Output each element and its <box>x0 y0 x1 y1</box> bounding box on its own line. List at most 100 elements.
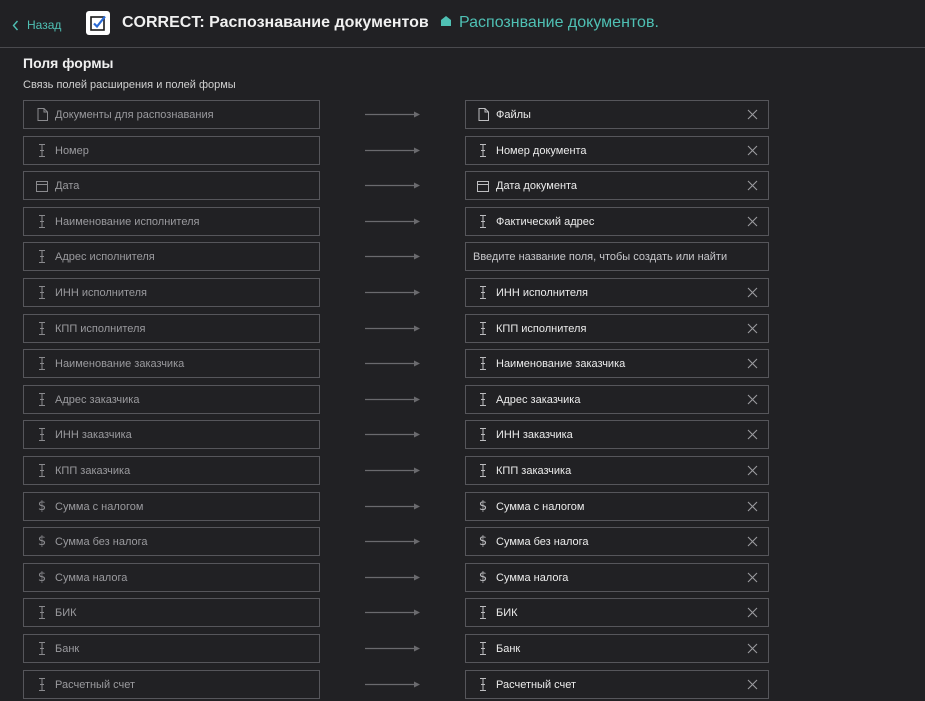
arrow-right-icon <box>365 289 420 296</box>
arrow-right-icon <box>365 111 420 118</box>
source-field: БИК <box>23 598 320 627</box>
close-icon[interactable] <box>747 643 758 654</box>
text-cursor-icon <box>36 428 48 442</box>
target-field-label: Расчетный счет <box>496 678 577 691</box>
file-icon <box>477 108 489 122</box>
target-field[interactable]: Наименование заказчика <box>465 349 769 378</box>
source-field: $ Сумма без налога <box>23 527 320 556</box>
source-field: Банк <box>23 634 320 663</box>
text-cursor-icon <box>477 357 489 371</box>
target-field[interactable]: КПП исполнителя <box>465 314 769 343</box>
target-field-label: Адрес заказчика <box>496 393 581 406</box>
target-field[interactable]: Банк <box>465 634 769 663</box>
target-field[interactable]: $ Сумма без налога <box>465 527 769 556</box>
target-field-label: Наименование заказчика <box>496 357 626 370</box>
arrow-right-icon <box>365 538 420 545</box>
target-field[interactable]: Расчетный счет <box>465 670 769 699</box>
target-field[interactable]: ИНН заказчика <box>465 420 769 449</box>
source-field-label: ИНН заказчика <box>55 428 132 441</box>
mapping-row: Адрес заказчика Адрес заказчика <box>0 385 925 414</box>
target-field-label: Сумма налога <box>496 571 569 584</box>
calendar-icon <box>477 179 489 193</box>
close-icon[interactable] <box>747 109 758 120</box>
text-cursor-icon <box>477 215 489 229</box>
arrow-right-icon <box>365 218 420 225</box>
close-icon[interactable] <box>747 536 758 547</box>
arrow-right-icon <box>365 147 420 154</box>
source-field: Адрес исполнителя <box>23 242 320 271</box>
text-cursor-icon <box>36 215 48 229</box>
text-cursor-icon <box>36 250 48 264</box>
close-icon[interactable] <box>747 323 758 334</box>
target-field[interactable]: КПП заказчика <box>465 456 769 485</box>
close-icon[interactable] <box>747 572 758 583</box>
text-cursor-icon <box>36 144 48 158</box>
text-cursor-icon <box>36 322 48 336</box>
section-title: Поля формы <box>23 55 114 71</box>
target-field-label: КПП заказчика <box>496 464 572 477</box>
mapping-row: Документы для распознавания Файлы <box>0 100 925 129</box>
close-icon[interactable] <box>747 607 758 618</box>
arrow-right-icon <box>365 681 420 688</box>
source-field-label: Сумма без налога <box>55 535 148 548</box>
field-search-input[interactable] <box>473 250 763 263</box>
subtitle-link[interactable]: Распознвание документов. <box>440 14 659 32</box>
arrow-right-icon <box>365 396 420 403</box>
target-field-label: Номер документа <box>496 144 587 157</box>
target-field[interactable]: $ Сумма с налогом <box>465 492 769 521</box>
target-field[interactable]: Адрес заказчика <box>465 385 769 414</box>
mapping-row: Дата Дата документа <box>0 171 925 200</box>
close-icon[interactable] <box>747 429 758 440</box>
mapping-row: КПП заказчика КПП заказчика <box>0 456 925 485</box>
dollar-icon: $ <box>478 498 488 514</box>
dollar-icon: $ <box>478 533 488 549</box>
source-field-label: Сумма с налогом <box>55 500 144 513</box>
mapping-row: $ Сумма без налога $ Сумма без налога <box>0 527 925 556</box>
arrow-right-icon <box>365 609 420 616</box>
target-field[interactable]: $ Сумма налога <box>465 563 769 592</box>
mapping-row: КПП исполнителя КПП исполнителя <box>0 314 925 343</box>
close-icon[interactable] <box>747 465 758 476</box>
close-icon[interactable] <box>747 501 758 512</box>
close-icon[interactable] <box>747 679 758 690</box>
back-label: Назад <box>27 18 62 32</box>
target-field-label: Банк <box>496 642 521 655</box>
close-icon[interactable] <box>747 216 758 227</box>
target-field-label: Дата документа <box>496 179 578 192</box>
close-icon[interactable] <box>747 180 758 191</box>
source-field-label: КПП исполнителя <box>55 322 146 335</box>
text-cursor-icon <box>36 286 48 300</box>
target-field-label: БИК <box>496 606 518 619</box>
target-field-label: Файлы <box>496 108 531 121</box>
text-cursor-icon <box>36 357 48 371</box>
target-field-label: Сумма без налога <box>496 535 589 548</box>
target-field[interactable]: БИК <box>465 598 769 627</box>
back-button[interactable]: Назад <box>12 16 61 34</box>
close-icon[interactable] <box>747 145 758 156</box>
text-cursor-icon <box>36 678 48 692</box>
text-cursor-icon <box>36 642 48 656</box>
close-icon[interactable] <box>747 358 758 369</box>
arrow-right-icon <box>365 360 420 367</box>
source-field-label: Сумма налога <box>55 571 128 584</box>
target-field[interactable]: Дата документа <box>465 171 769 200</box>
target-field-label: ИНН исполнителя <box>496 286 589 299</box>
arrow-right-icon <box>365 467 420 474</box>
text-cursor-icon <box>36 606 48 620</box>
target-field[interactable]: Файлы <box>465 100 769 129</box>
source-field: ИНН исполнителя <box>23 278 320 307</box>
source-field-label: ИНН исполнителя <box>55 286 148 299</box>
dollar-icon: $ <box>37 569 47 585</box>
source-field-label: Номер <box>55 144 89 157</box>
source-field-label: Расчетный счет <box>55 678 136 691</box>
target-field[interactable]: Фактический адрес <box>465 207 769 236</box>
target-field[interactable]: Номер документа <box>465 136 769 165</box>
source-field-label: Документы для распознавания <box>55 108 214 121</box>
target-field[interactable]: ИНН исполнителя <box>465 278 769 307</box>
close-icon[interactable] <box>747 394 758 405</box>
close-icon[interactable] <box>747 287 758 298</box>
source-field: КПП исполнителя <box>23 314 320 343</box>
target-field-input[interactable] <box>465 242 769 271</box>
checkbox-app-icon <box>86 11 110 35</box>
source-field-label: Наименование исполнителя <box>55 215 200 228</box>
